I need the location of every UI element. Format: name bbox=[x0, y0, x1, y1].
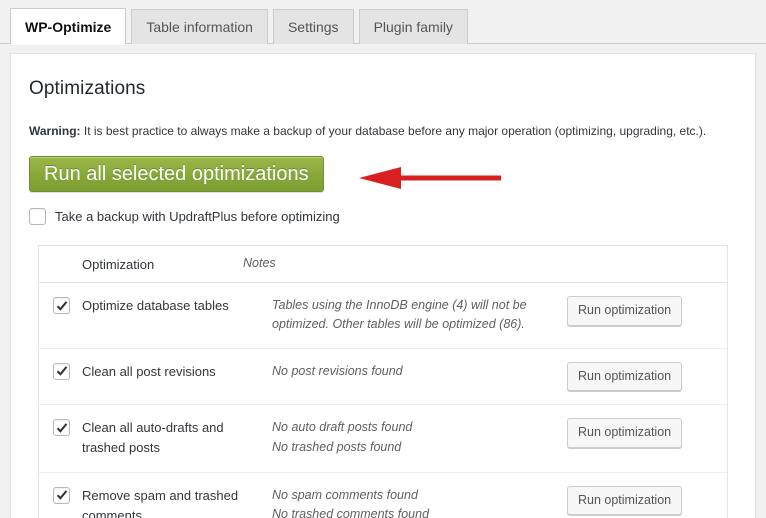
row-notes: No post revisions found bbox=[272, 362, 563, 381]
row-checkbox[interactable] bbox=[53, 419, 70, 437]
row-checkbox[interactable] bbox=[53, 486, 70, 504]
row-note-line: No auto draft posts found bbox=[272, 420, 413, 435]
tab-wp-optimize[interactable]: WP-Optimize bbox=[10, 8, 127, 45]
tab-label: Settings bbox=[287, 19, 339, 35]
tab-label: Table information bbox=[146, 19, 253, 35]
backup-checkbox-row[interactable]: Take a backup with UpdraftPlus before op… bbox=[29, 208, 737, 225]
run-all-selected-optimizations-button[interactable]: Run all selected optimizations bbox=[29, 156, 324, 192]
row-action-cell: Run optimization bbox=[563, 485, 713, 516]
app-screen: WP-Optimize Table information Settings P… bbox=[0, 0, 766, 518]
optimizations-table: Optimization Notes Optimize database tab… bbox=[38, 245, 728, 518]
run-optimization-button[interactable]: Run optimization bbox=[567, 485, 683, 516]
run-optimization-button[interactable]: Run optimization bbox=[567, 361, 683, 392]
row-note-line: No trashed comments found bbox=[272, 506, 430, 518]
row-notes: No auto draft posts found No trashed pos… bbox=[272, 418, 563, 457]
tab-table-information[interactable]: Table information bbox=[131, 9, 268, 44]
run-optimization-button[interactable]: Run optimization bbox=[567, 296, 683, 326]
backup-checkbox[interactable] bbox=[29, 208, 46, 225]
row-optimization-label: Remove spam and trashed comments bbox=[82, 487, 239, 518]
run-all-row: Run all selected optimizations bbox=[29, 156, 737, 196]
row-note-line: Tables using the InnoDB engine (4) will … bbox=[272, 298, 527, 332]
warning-body: It is best practice to always make a bac… bbox=[80, 124, 707, 138]
row-action-cell: Run optimization bbox=[563, 418, 713, 448]
row-checkbox-cell bbox=[53, 486, 82, 507]
row-notes: Tables using the InnoDB engine (4) will … bbox=[272, 296, 563, 335]
tab-bar: WP-Optimize Table information Settings P… bbox=[0, 0, 766, 45]
tab-label: Plugin family bbox=[373, 19, 453, 35]
row-action-cell: Run optimization bbox=[563, 361, 713, 392]
row-checkbox-cell bbox=[53, 418, 82, 439]
table-header-row: Optimization Notes bbox=[39, 246, 727, 283]
backup-checkbox-label: Take a backup with UpdraftPlus before op… bbox=[55, 209, 340, 224]
row-notes: No spam comments found No trashed commen… bbox=[272, 486, 563, 518]
table-row: Optimize database tables Tables using th… bbox=[39, 283, 727, 349]
row-checkbox-cell bbox=[53, 362, 82, 383]
optimizations-panel: Optimizations Warning: It is best practi… bbox=[10, 53, 756, 518]
table-row: Clean all post revisions No post revisio… bbox=[39, 349, 727, 406]
row-checkbox[interactable] bbox=[53, 297, 70, 314]
tab-label: WP-Optimize bbox=[25, 18, 112, 35]
run-optimization-button[interactable]: Run optimization bbox=[567, 418, 683, 448]
row-checkbox-cell bbox=[53, 296, 82, 317]
tab-settings[interactable]: Settings bbox=[272, 9, 354, 44]
row-optimization-label: Optimize database tables bbox=[82, 298, 229, 313]
row-checkbox[interactable] bbox=[53, 362, 70, 380]
red-arrow-annotation-icon bbox=[359, 167, 501, 189]
row-optimization-label: Clean all post revisions bbox=[82, 363, 216, 379]
tab-plugin-family[interactable]: Plugin family bbox=[358, 9, 468, 44]
table-row: Remove spam and trashed comments No spam… bbox=[39, 473, 727, 518]
table-row: Clean all auto-drafts and trashed posts … bbox=[39, 405, 727, 473]
column-header-optimization: Optimization bbox=[82, 256, 155, 272]
row-optimization-label: Clean all auto-drafts and trashed posts bbox=[82, 420, 224, 456]
row-action-cell: Run optimization bbox=[563, 296, 713, 326]
row-note-line: No spam comments found bbox=[272, 487, 418, 502]
warning-text: Warning: It is best practice to always m… bbox=[29, 122, 737, 140]
row-note-line: No trashed posts found bbox=[272, 439, 402, 454]
row-note-line: No post revisions found bbox=[272, 363, 403, 378]
column-header-notes: Notes bbox=[243, 256, 276, 271]
warning-label: Warning: bbox=[29, 124, 81, 138]
page-title: Optimizations bbox=[29, 78, 146, 99]
